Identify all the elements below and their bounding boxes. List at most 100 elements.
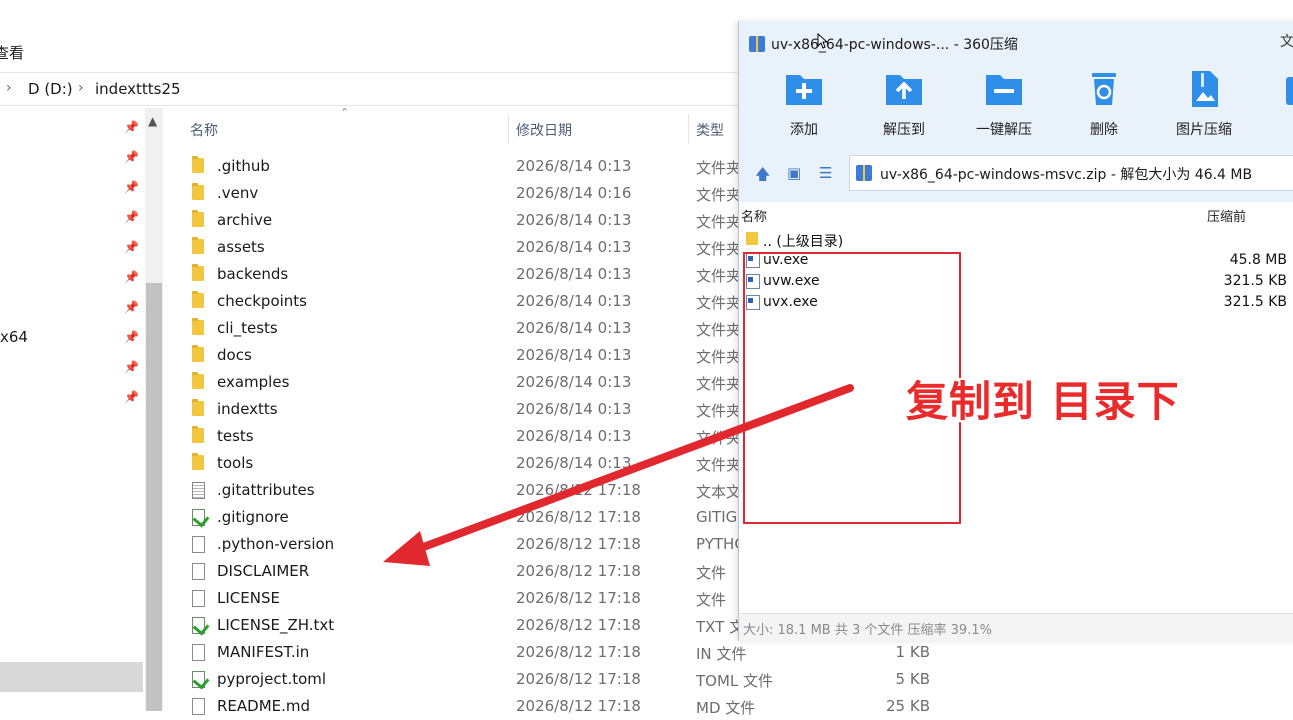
zip-window-title: uv-x86_64-pc-windows-... - 360压缩 [749,34,1018,54]
list-view-icon[interactable]: ☰ [819,164,832,182]
column-header: ⌃ 名称 修改日期 类型 [163,106,763,146]
file-name: .gitattributes [217,481,315,499]
zip-path-field[interactable]: uv-x86_64-pc-windows-msvc.zip - 解包大小为 46… [849,155,1293,191]
column-type[interactable]: 类型 [696,120,724,140]
editable-file-icon [192,509,205,526]
column-name[interactable]: 名称 [190,120,218,140]
tool-label: 图片压缩 [1176,122,1232,138]
file-name: pyproject.toml [217,670,327,688]
address-bar[interactable]: › D (D:) › indexttts25 [0,72,745,106]
file-type: TXT 文 [696,618,745,636]
zip-status-text: 大小: 18.1 MB 共 3 个文件 压缩率 39.1% [743,623,992,638]
column-divider [688,114,689,144]
zip-column-compressed[interactable]: 压缩前 [1207,206,1246,225]
navigation-pane: 📌 📌 📌 📌 📌 📌 📌 📌 📌 📌 x64 [0,108,145,711]
file-date: 2026/8/12 17:18 [516,643,641,661]
file-date: 2026/8/14 0:13 [516,265,632,283]
breadcrumb-folder[interactable]: indexttts25 [95,80,181,98]
file-date: 2026/8/12 17:18 [516,562,641,580]
column-date[interactable]: 修改日期 [516,120,572,140]
pin-icon[interactable]: 📌 [124,240,139,254]
parent-directory-row[interactable]: .. (上级目录) [739,229,1293,250]
pin-icon[interactable]: 📌 [124,300,139,314]
file-date: 2026/8/14 0:13 [516,238,632,256]
thumbnail-view-icon[interactable]: ▣ [787,164,801,182]
file-type: 文本文 [696,483,742,501]
file-name: README.md [217,697,311,715]
file-name: MANIFEST.in [217,643,310,661]
pin-icon[interactable]: 📌 [124,330,139,344]
folder-icon [746,232,758,245]
folder-icon [192,372,204,389]
file-type: 文件 [696,591,727,609]
file-name: DISCLAIMER [217,562,310,580]
file-type: 文件夹 [696,456,742,474]
pin-icon[interactable]: 📌 [124,210,139,224]
file-date: 2026/8/12 17:18 [516,535,641,553]
up-arrow-icon[interactable]: 🡅 [755,164,770,189]
file-name: docs [217,346,252,364]
image-compress-button[interactable]: 图片压缩 [1159,69,1249,139]
mouse-cursor-icon [817,33,827,49]
trash-icon [1092,73,1116,105]
file-type: 文件夹 [696,321,742,339]
table-row[interactable]: README.md 2026/8/12 17:18 MD 文件 25 KB [190,693,950,720]
folder-icon [192,426,204,443]
pin-icon[interactable]: 📌 [124,150,139,164]
delete-button[interactable]: 删除 [1059,69,1149,139]
file-type: 文件夹 [696,240,742,258]
annotation-callout: 复制到 目录下 [906,377,1180,426]
nav-item-selected[interactable] [0,662,143,692]
text-file-icon [192,482,205,499]
folder-icon [192,156,204,173]
more-tool-button[interactable] [1259,69,1293,139]
pin-icon[interactable]: 📌 [124,270,139,284]
table-row[interactable]: pyproject.toml 2026/8/12 17:18 TOML 文件 5 KB [190,666,950,693]
file-name: cli_tests [217,319,278,337]
chevron-right-icon: › [6,80,12,96]
pin-icon[interactable]: 📌 [124,360,139,374]
image-compress-icon [1192,71,1218,107]
file-type: 文件夹 [696,375,742,393]
file-icon [192,590,205,607]
table-row[interactable]: MANIFEST.in 2026/8/12 17:18 IN 文件 1 KB [190,639,950,666]
extract-to-button[interactable]: 解压到 [859,69,949,139]
file-date: 2026/8/12 17:18 [516,616,641,634]
scrollbar-thumb[interactable] [146,283,162,711]
nav-item-x64[interactable]: x64 [0,328,28,346]
file-size: 25 KB [886,697,930,715]
folder-icon [192,264,204,281]
folder-icon [192,399,204,416]
zip-title-right[interactable]: 文 [1280,31,1293,51]
scroll-up-icon[interactable]: ▲ [148,114,157,128]
column-divider [508,114,509,144]
file-name: LICENSE [217,589,280,607]
zip-title-text: uv-x86_64-pc-windows-... - 360压缩 [771,37,1018,53]
tool-label: 删除 [1090,122,1118,138]
pin-icon[interactable]: 📌 [124,390,139,404]
add-button[interactable]: 添加 [759,69,849,139]
pin-icon[interactable]: 📌 [124,120,139,134]
editable-file-icon [192,671,205,688]
pin-icon[interactable]: 📌 [124,180,139,194]
file-name: .python-version [217,535,335,553]
menu-view[interactable]: 查看 [0,42,24,63]
zip-archive-icon [856,165,872,181]
file-type: 文件夹 [696,159,742,177]
folder-icon [192,318,204,335]
file-date: 2026/8/14 0:13 [516,292,632,310]
zip-column-name[interactable]: 名称 [741,206,767,225]
file-date: 2026/8/14 0:13 [516,157,632,175]
file-date: 2026/8/12 17:18 [516,697,641,715]
file-date: 2026/8/12 17:18 [516,589,641,607]
file-type: 文件夹 [696,402,742,420]
file-type: 文件 [696,564,727,582]
file-icon [192,644,205,661]
one-click-extract-button[interactable]: 一键解压 [959,69,1049,139]
file-name: tools [217,454,254,472]
file-date: 2026/8/14 0:13 [516,319,632,337]
file-name: archive [217,211,273,229]
breadcrumb-drive[interactable]: D (D:) [28,80,73,98]
nav-scrollbar[interactable]: ▲ [145,108,163,711]
file-name: .gitignore [217,508,289,526]
